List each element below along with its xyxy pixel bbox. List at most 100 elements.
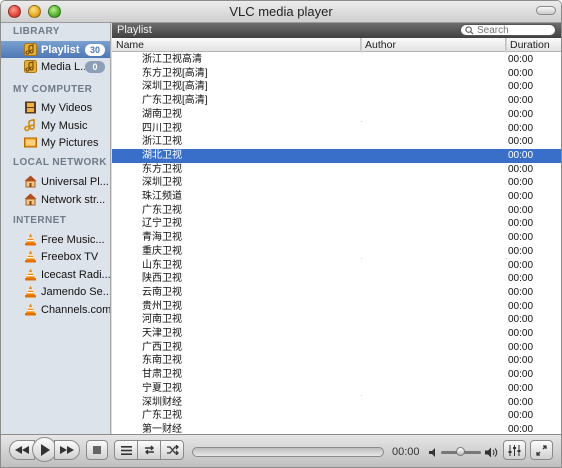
column-header-duration[interactable]: Duration xyxy=(506,38,561,52)
table-row[interactable]: 东方卫视 00:00 xyxy=(112,162,561,177)
table-row[interactable]: 贵州卫视 00:00 xyxy=(112,299,561,314)
table-row[interactable]: 辽宁卫视 00:00 xyxy=(112,217,561,232)
table-row[interactable]: 甘肃卫视 00:00 xyxy=(112,368,561,382)
row-duration: 00:00 xyxy=(508,232,534,244)
table-row[interactable]: 广东卫视[高清] 00:00 xyxy=(112,94,561,108)
sidebar-section-header: LIBRARY xyxy=(13,26,60,37)
table-row[interactable]: 浙江卫视高清 00:00 xyxy=(112,53,561,67)
playlist-toggle-button[interactable] xyxy=(114,440,138,460)
fullscreen-button[interactable] xyxy=(530,440,553,460)
row-name: 东南卫视 xyxy=(142,355,182,367)
sidebar-item-network-str[interactable]: Network str... xyxy=(1,191,110,208)
title-bar[interactable]: VLC media player xyxy=(1,1,561,23)
sidebar-item-my-music[interactable]: My Music xyxy=(1,117,110,134)
table-row[interactable]: 广东卫视 00:00 xyxy=(112,409,561,423)
search-input[interactable] xyxy=(477,24,555,36)
column-header-name[interactable]: Name xyxy=(112,38,361,52)
sidebar-item-label: My Videos xyxy=(41,101,93,114)
sidebar-item-media-l[interactable]: Media L... 0 xyxy=(1,58,110,75)
table-row[interactable]: 深圳财经 00:00 xyxy=(112,395,561,410)
playback-controls: 00:00 xyxy=(1,434,561,467)
sidebar-section-header: LOCAL NETWORK xyxy=(13,157,107,168)
toolbar-toggle-button[interactable] xyxy=(536,6,556,15)
row-duration: 00:00 xyxy=(508,369,534,381)
volume-knob[interactable] xyxy=(456,447,465,456)
sidebar-item-icecast-radi[interactable]: Icecast Radi... xyxy=(1,266,110,283)
table-row[interactable]: 东方卫视[高清] 00:00 xyxy=(112,66,561,81)
table-row[interactable]: 深圳卫视 00:00 xyxy=(112,176,561,190)
sidebar-item-my-videos[interactable]: My Videos xyxy=(1,99,110,116)
sidebar-item-label: Icecast Radi... xyxy=(41,268,110,281)
count-badge: 30 xyxy=(85,43,105,56)
minimize-window-button[interactable] xyxy=(28,5,41,18)
table-row[interactable]: 河南卫视 00:00 xyxy=(112,313,561,327)
table-row[interactable]: 云南卫视 00:00 xyxy=(112,285,561,300)
row-name: 东方卫视 xyxy=(142,163,182,175)
row-name: 四川卫视 xyxy=(142,122,182,134)
next-button[interactable] xyxy=(54,440,80,460)
table-row[interactable]: 广西卫视 00:00 xyxy=(112,340,561,355)
stop-button[interactable] xyxy=(86,440,108,460)
shuffle-button[interactable] xyxy=(160,440,184,460)
count-badge: 0 xyxy=(85,60,105,73)
table-row[interactable]: 重庆卫视 00:00 xyxy=(112,244,561,259)
table-row[interactable]: 天津卫视 00:00 xyxy=(112,327,561,341)
table-row[interactable]: 宁夏卫视 00:00 xyxy=(112,381,561,396)
column-headers: Name Author Duration xyxy=(112,38,561,52)
search-field[interactable] xyxy=(460,24,556,36)
play-icon xyxy=(40,443,50,456)
row-name: 河南卫视 xyxy=(142,314,182,326)
row-name: 湖北卫视 xyxy=(142,149,182,161)
table-row[interactable]: 深圳卫视[高清] 00:00 xyxy=(112,80,561,95)
row-duration: 00:00 xyxy=(508,423,534,434)
row-name: 浙江卫视高清 xyxy=(142,54,202,65)
equalizer-icon xyxy=(508,444,521,456)
table-row[interactable]: 青海卫视 00:00 xyxy=(112,231,561,245)
equalizer-button[interactable] xyxy=(503,440,526,460)
fast-forward-icon xyxy=(60,446,74,454)
table-row[interactable]: 四川卫视 00:00 xyxy=(112,121,561,136)
sidebar-item-jamendo-se[interactable]: Jamendo Se... xyxy=(1,283,110,300)
row-duration: 00:00 xyxy=(508,300,534,312)
sidebar-item-playlist[interactable]: Playlist 30 xyxy=(1,41,110,58)
film-icon xyxy=(23,101,37,115)
sidebar-item-label: Jamendo Se... xyxy=(41,285,110,298)
table-row[interactable]: 湖北卫视 00:00 xyxy=(112,148,561,163)
sidebar-item-freebox-tv[interactable]: Freebox TV xyxy=(1,248,110,265)
table-row[interactable]: 珠江频道 00:00 xyxy=(112,190,561,204)
row-name: 广东卫视[高清] xyxy=(142,95,208,107)
vlc-cone-icon xyxy=(23,303,37,317)
table-row[interactable]: 山东卫视 00:00 xyxy=(112,258,561,273)
sidebar-item-label: Universal Pl... xyxy=(41,175,109,188)
vlc-cone-icon xyxy=(23,250,37,264)
table-row[interactable]: 湖南卫视 00:00 xyxy=(112,107,561,122)
row-duration: 00:00 xyxy=(508,245,534,257)
playlist-icon xyxy=(23,43,37,57)
table-row[interactable]: 浙江卫视 00:00 xyxy=(112,135,561,149)
sidebar-item-free-music[interactable]: Free Music... xyxy=(1,231,110,248)
table-row[interactable]: 陕西卫视 00:00 xyxy=(112,272,561,286)
sidebar-item-my-pictures[interactable]: My Pictures xyxy=(1,134,110,151)
sidebar-item-label: Network str... xyxy=(41,193,106,206)
sidebar-item-channels-com[interactable]: Channels.com xyxy=(1,301,110,318)
table-row[interactable]: 东南卫视 00:00 xyxy=(112,354,561,369)
row-duration: 00:00 xyxy=(508,410,534,422)
row-name: 山东卫视 xyxy=(142,259,182,271)
sidebar-item-universal-pl[interactable]: Universal Pl... xyxy=(1,173,110,190)
close-window-button[interactable] xyxy=(8,5,21,18)
zoom-window-button[interactable] xyxy=(48,5,61,18)
row-duration: 00:00 xyxy=(508,54,534,65)
repeat-button[interactable] xyxy=(137,440,161,460)
row-name: 湖南卫视 xyxy=(142,108,182,120)
sidebar-item-label: Free Music... xyxy=(41,233,105,246)
row-duration: 00:00 xyxy=(508,328,534,339)
row-duration: 00:00 xyxy=(508,314,534,326)
table-row[interactable]: 第一财经 00:00 xyxy=(112,422,561,434)
table-row[interactable]: 广东卫视 00:00 xyxy=(112,203,561,218)
volume-low-icon xyxy=(429,448,435,457)
seek-bar[interactable] xyxy=(192,447,384,457)
row-name: 辽宁卫视 xyxy=(142,218,182,230)
column-header-author[interactable]: Author xyxy=(361,38,506,52)
vlc-cone-icon xyxy=(23,285,37,299)
row-duration: 00:00 xyxy=(508,177,534,189)
